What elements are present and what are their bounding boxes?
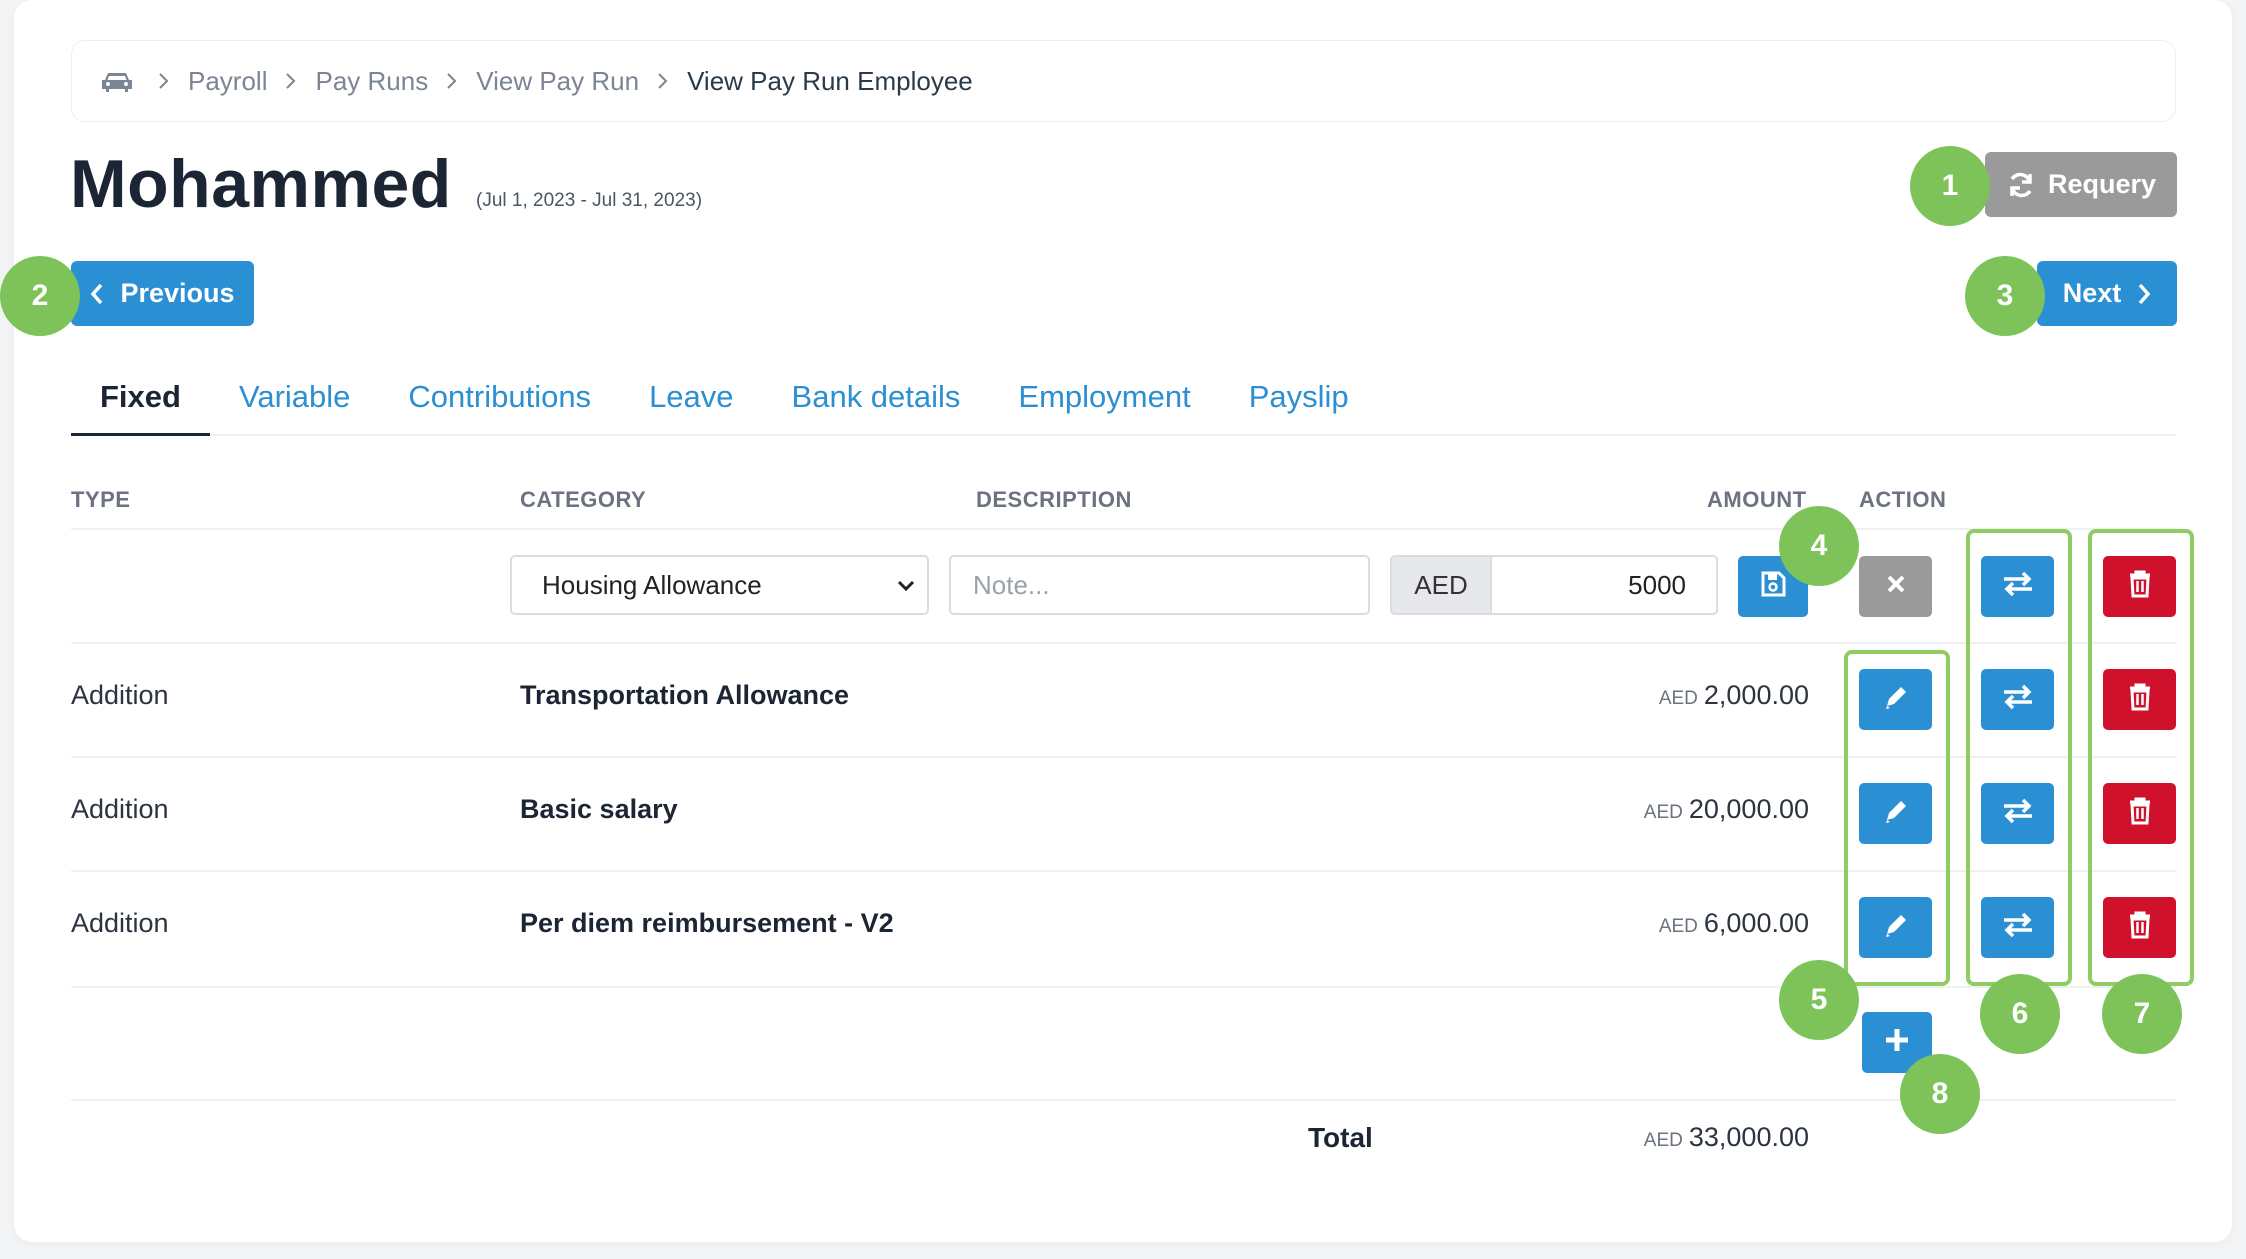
annotation-badge: 7 — [2102, 974, 2182, 1054]
row-amount: AED 20,000.00 — [1509, 794, 1809, 825]
requery-label: Requery — [2047, 169, 2157, 199]
total-label: Total — [1308, 1122, 1373, 1153]
row-amount: AED 6,000.00 — [1509, 908, 1809, 939]
annotation-box-delete — [2088, 529, 2194, 986]
annotation-box-edit — [1844, 650, 1950, 986]
amount-input[interactable]: 5000 — [1492, 557, 1716, 613]
breadcrumb-current: View Pay Run Employee — [687, 65, 973, 96]
row-currency: AED — [1658, 688, 1698, 709]
row-type: Addition — [71, 794, 169, 824]
row-type: Addition — [71, 908, 169, 938]
row-amount: AED 2,000.00 — [1509, 680, 1809, 711]
save-icon — [1759, 570, 1787, 603]
divider — [71, 986, 2176, 988]
annotation-badge: 2 — [0, 256, 80, 336]
next-label: Next — [2062, 278, 2122, 308]
close-icon — [1884, 572, 1908, 601]
previous-button[interactable]: Previous — [71, 261, 254, 326]
chevron-right-icon — [657, 72, 669, 90]
row-amount-value: 6,000.00 — [1703, 908, 1809, 938]
chevron-right-icon — [285, 72, 297, 90]
previous-label: Previous — [120, 278, 235, 308]
total-amount-value: 33,000.00 — [1688, 1122, 1809, 1152]
category-select[interactable]: Housing Allowance — [510, 555, 929, 615]
tab-variable[interactable]: Variable — [210, 365, 379, 436]
divider — [71, 1099, 2176, 1101]
amount-input-group: AED 5000 — [1390, 555, 1718, 615]
row-amount-value: 20,000.00 — [1688, 794, 1809, 824]
column-header-category: CATEGORY — [520, 487, 647, 512]
total-currency: AED — [1643, 1130, 1683, 1151]
chevron-right-icon — [446, 72, 458, 90]
tab-payslip[interactable]: Payslip — [1220, 365, 1378, 436]
next-button[interactable]: Next — [2037, 261, 2177, 326]
column-header-amount: AMOUNT — [1707, 487, 1807, 512]
breadcrumb: Payroll Pay Runs View Pay Run View Pay R… — [71, 40, 2176, 122]
row-type: Addition — [71, 680, 169, 710]
annotation-badge: 5 — [1779, 960, 1859, 1040]
column-header-action: ACTION — [1859, 487, 1947, 512]
tab-contributions[interactable]: Contributions — [379, 365, 620, 436]
tab-fixed[interactable]: Fixed — [71, 365, 210, 436]
row-currency: AED — [1658, 916, 1698, 937]
chevron-right-icon — [158, 72, 170, 90]
tab-employment[interactable]: Employment — [989, 365, 1219, 436]
tab-bank-details[interactable]: Bank details — [763, 365, 990, 436]
annotation-badge: 8 — [1900, 1054, 1980, 1134]
row-category: Basic salary — [520, 794, 678, 824]
category-select-value: Housing Allowance — [542, 569, 762, 600]
row-amount-value: 2,000.00 — [1703, 680, 1809, 710]
total-amount: AED 33,000.00 — [1509, 1122, 1809, 1153]
date-range: (Jul 1, 2023 - Jul 31, 2023) — [476, 190, 703, 211]
requery-button[interactable]: Requery — [1985, 152, 2177, 217]
row-category: Per diem reimbursement - V2 — [520, 908, 894, 938]
divider — [71, 642, 2176, 644]
car-icon[interactable] — [100, 68, 134, 94]
row-category: Transportation Allowance — [520, 680, 850, 710]
annotation-box-transfer — [1966, 529, 2072, 986]
description-input[interactable]: Note... — [949, 555, 1370, 615]
chevron-right-icon — [2137, 282, 2151, 306]
breadcrumb-payroll[interactable]: Payroll — [188, 66, 267, 97]
annotation-badge: 6 — [1980, 974, 2060, 1054]
tab-leave[interactable]: Leave — [620, 365, 762, 436]
annotation-badge: 3 — [1965, 256, 2045, 336]
tab-bar: Fixed Variable Contributions Leave Bank … — [71, 365, 2176, 436]
breadcrumb-view-pay-run[interactable]: View Pay Run — [476, 66, 639, 97]
refresh-icon — [2006, 170, 2036, 200]
page-title: Mohammed — [70, 146, 452, 222]
cancel-button[interactable] — [1859, 556, 1932, 617]
plus-icon — [1883, 1026, 1911, 1059]
chevron-left-icon — [90, 282, 104, 306]
divider — [71, 528, 2176, 530]
breadcrumb-pay-runs[interactable]: Pay Runs — [315, 66, 428, 97]
annotation-badge: 1 — [1910, 146, 1990, 226]
column-header-type: TYPE — [71, 487, 131, 512]
chevron-down-icon — [895, 574, 917, 596]
currency-addon: AED — [1392, 557, 1492, 613]
annotation-badge: 4 — [1779, 506, 1859, 586]
column-header-description: DESCRIPTION — [976, 487, 1132, 512]
row-currency: AED — [1643, 802, 1683, 823]
